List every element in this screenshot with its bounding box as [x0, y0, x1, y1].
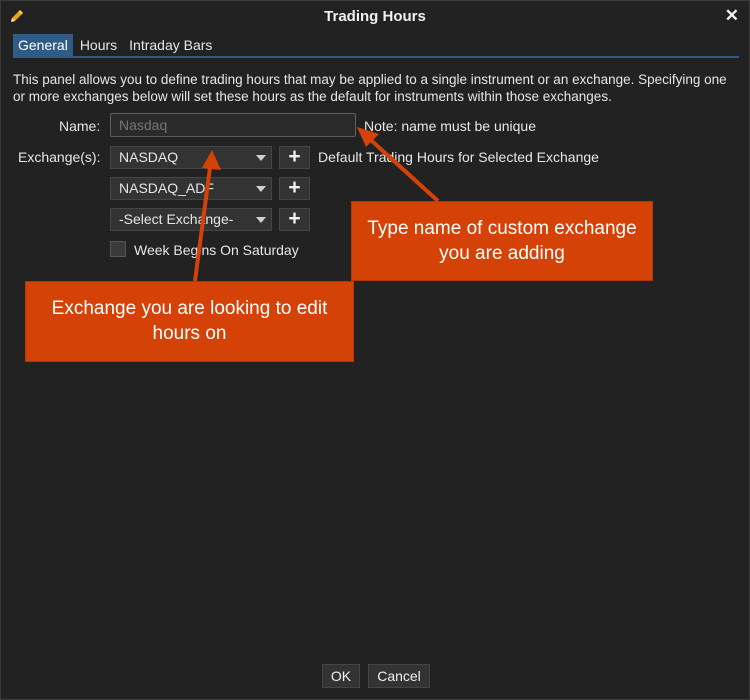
ok-button[interactable]: OK	[322, 664, 360, 688]
chevron-down-icon	[256, 217, 266, 223]
exchange-hint-callout: Exchange you are looking to edit hours o…	[26, 282, 353, 361]
tab-intraday-bars[interactable]: Intraday Bars	[124, 34, 217, 56]
exchanges-label: Exchange(s):	[18, 149, 101, 165]
exchange-select-value: NASDAQ	[119, 149, 179, 165]
title-bar: Trading Hours ✕	[1, 1, 749, 31]
tab-hours[interactable]: Hours	[75, 34, 122, 56]
exchange-select-2[interactable]: NASDAQ_ADF	[110, 177, 272, 200]
exchange-select-value: -Select Exchange-	[119, 211, 234, 227]
chevron-down-icon	[256, 186, 266, 192]
window-title: Trading Hours	[324, 8, 426, 25]
exchange-select-3[interactable]: -Select Exchange-	[110, 208, 272, 231]
tab-bar: General Hours Intraday Bars	[13, 34, 219, 56]
close-icon[interactable]: ✕	[725, 6, 739, 26]
default-hours-label: Default Trading Hours for Selected Excha…	[318, 149, 599, 165]
panel-description: This panel allows you to define trading …	[13, 72, 727, 104]
chevron-down-icon	[256, 155, 266, 161]
week-saturday-label: Week Begins On Saturday	[134, 242, 299, 258]
exchange-select-1[interactable]: NASDAQ	[110, 146, 272, 169]
tab-underline	[13, 56, 739, 58]
name-hint-callout: Type name of custom exchange you are add…	[352, 202, 652, 280]
add-exchange-button-2[interactable]: +	[279, 177, 310, 200]
cancel-button[interactable]: Cancel	[368, 664, 430, 688]
name-label: Name:	[59, 118, 101, 134]
add-exchange-button-1[interactable]: +	[279, 146, 310, 169]
name-input[interactable]	[110, 113, 356, 137]
week-saturday-checkbox[interactable]	[110, 241, 126, 257]
name-note: Note: name must be unique	[364, 118, 536, 134]
trading-hours-dialog: Trading Hours ✕ General Hours Intraday Bar…	[0, 0, 750, 700]
add-exchange-button-3[interactable]: +	[279, 208, 310, 231]
tab-general[interactable]: General	[13, 34, 73, 56]
exchange-select-value: NASDAQ_ADF	[119, 180, 214, 196]
